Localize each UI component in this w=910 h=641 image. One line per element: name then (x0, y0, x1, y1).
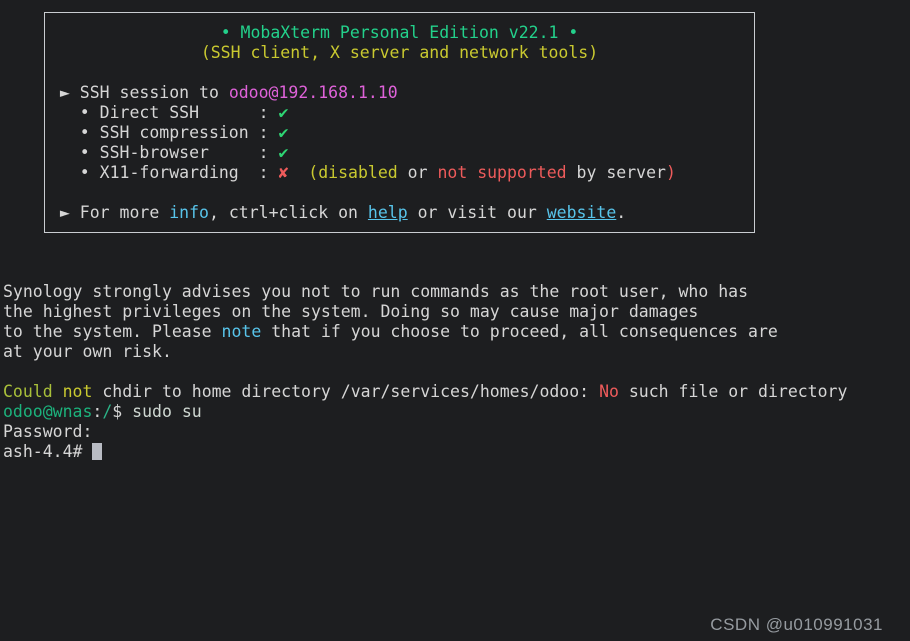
warning-line-4: at your own risk. (3, 342, 172, 361)
feature-direct-label: • Direct SSH : (50, 103, 279, 122)
footer-mid1: , ctrl+click on (208, 203, 368, 222)
prompt-path: / (102, 402, 113, 421)
help-link[interactable]: help (368, 203, 408, 222)
check-icon: ✔ (278, 143, 289, 162)
footer-end: . (616, 203, 627, 222)
warning-line-2: the highest privileges on the system. Do… (3, 302, 699, 321)
prompt-user-host: odoo@wnas (3, 402, 93, 421)
feature-x11-forwarding: • X11-forwarding : ✘ (disabled or not su… (45, 163, 754, 183)
password-line: Password: (3, 422, 93, 441)
typed-command: sudo su (132, 402, 202, 421)
feature-ssh-compression: • SSH compression : ✔ (45, 123, 754, 143)
x11-disabled-text: (disabled (308, 163, 398, 182)
warning-line-3-pre: to the system. Please (3, 322, 222, 341)
cross-icon: ✘ (278, 163, 289, 182)
session-line: ► SSH session to odoo@192.168.1.10 (45, 83, 754, 103)
chdir-no-text: No (599, 382, 619, 401)
footer-prefix: ► For more (50, 203, 170, 222)
prompt-colon: : (92, 402, 103, 421)
chdir-not-text: not (62, 382, 93, 401)
chdir-error-line: Could not chdir to home directory /var/s… (3, 382, 847, 402)
check-icon: ✔ (278, 103, 289, 122)
footer-mid2: or visit our (407, 203, 547, 222)
x11-or-text: or (397, 163, 438, 182)
chdir-end-text: such file or directory (618, 382, 848, 401)
feature-direct-ssh: • Direct SSH : ✔ (45, 103, 754, 123)
footer-line: ► For more info, ctrl+click on help or v… (45, 203, 754, 223)
terminal-screen[interactable]: • MobaXterm Personal Edition v22.1 • (SS… (0, 0, 910, 641)
prompt-dollar: $ (112, 402, 133, 421)
x11-notsupported-text: not supported (437, 163, 567, 182)
mobaxterm-banner-box: • MobaXterm Personal Edition v22.1 • (SS… (44, 12, 755, 233)
root-prompt-line: ash-4.4# (3, 442, 847, 462)
note-text: note (221, 322, 262, 341)
warning-line-1: Synology strongly advises you not to run… (3, 282, 749, 301)
banner-title: • MobaXterm Personal Edition v22.1 • (220, 23, 579, 42)
csdn-watermark: CSDN @u010991031 (710, 615, 883, 634)
website-link[interactable]: website (547, 203, 617, 222)
feature-ssh-browser: • SSH-browser : ✔ (45, 143, 754, 163)
banner-subtitle: (SSH client, X server and network tools) (200, 43, 599, 62)
check-icon: ✔ (278, 123, 289, 142)
feature-browser-label: • SSH-browser : (50, 143, 279, 162)
session-host: odoo@192.168.1.10 (228, 83, 398, 102)
shell-prompt-line: odoo@wnas:/$ sudo su (3, 402, 847, 422)
warning-line-3-post: that if you choose to proceed, all conse… (261, 322, 778, 341)
chdir-could-text: Could (3, 382, 63, 401)
terminal-output: Synology strongly advises you not to run… (3, 282, 847, 462)
x11-byserver-text: by server (566, 163, 666, 182)
session-prefix: ► SSH session to (50, 83, 229, 102)
terminal-cursor (92, 443, 102, 460)
x11-gap (288, 163, 308, 182)
root-prompt-text: ash-4.4# (3, 442, 93, 461)
feature-x11-label: • X11-forwarding : (50, 163, 279, 182)
x11-close-paren: ) (665, 163, 676, 182)
info-text: info (169, 203, 209, 222)
warning-line-3: to the system. Please note that if you c… (3, 322, 847, 342)
chdir-mid-text: chdir to home directory /var/services/ho… (92, 382, 600, 401)
feature-compression-label: • SSH compression : (50, 123, 279, 142)
